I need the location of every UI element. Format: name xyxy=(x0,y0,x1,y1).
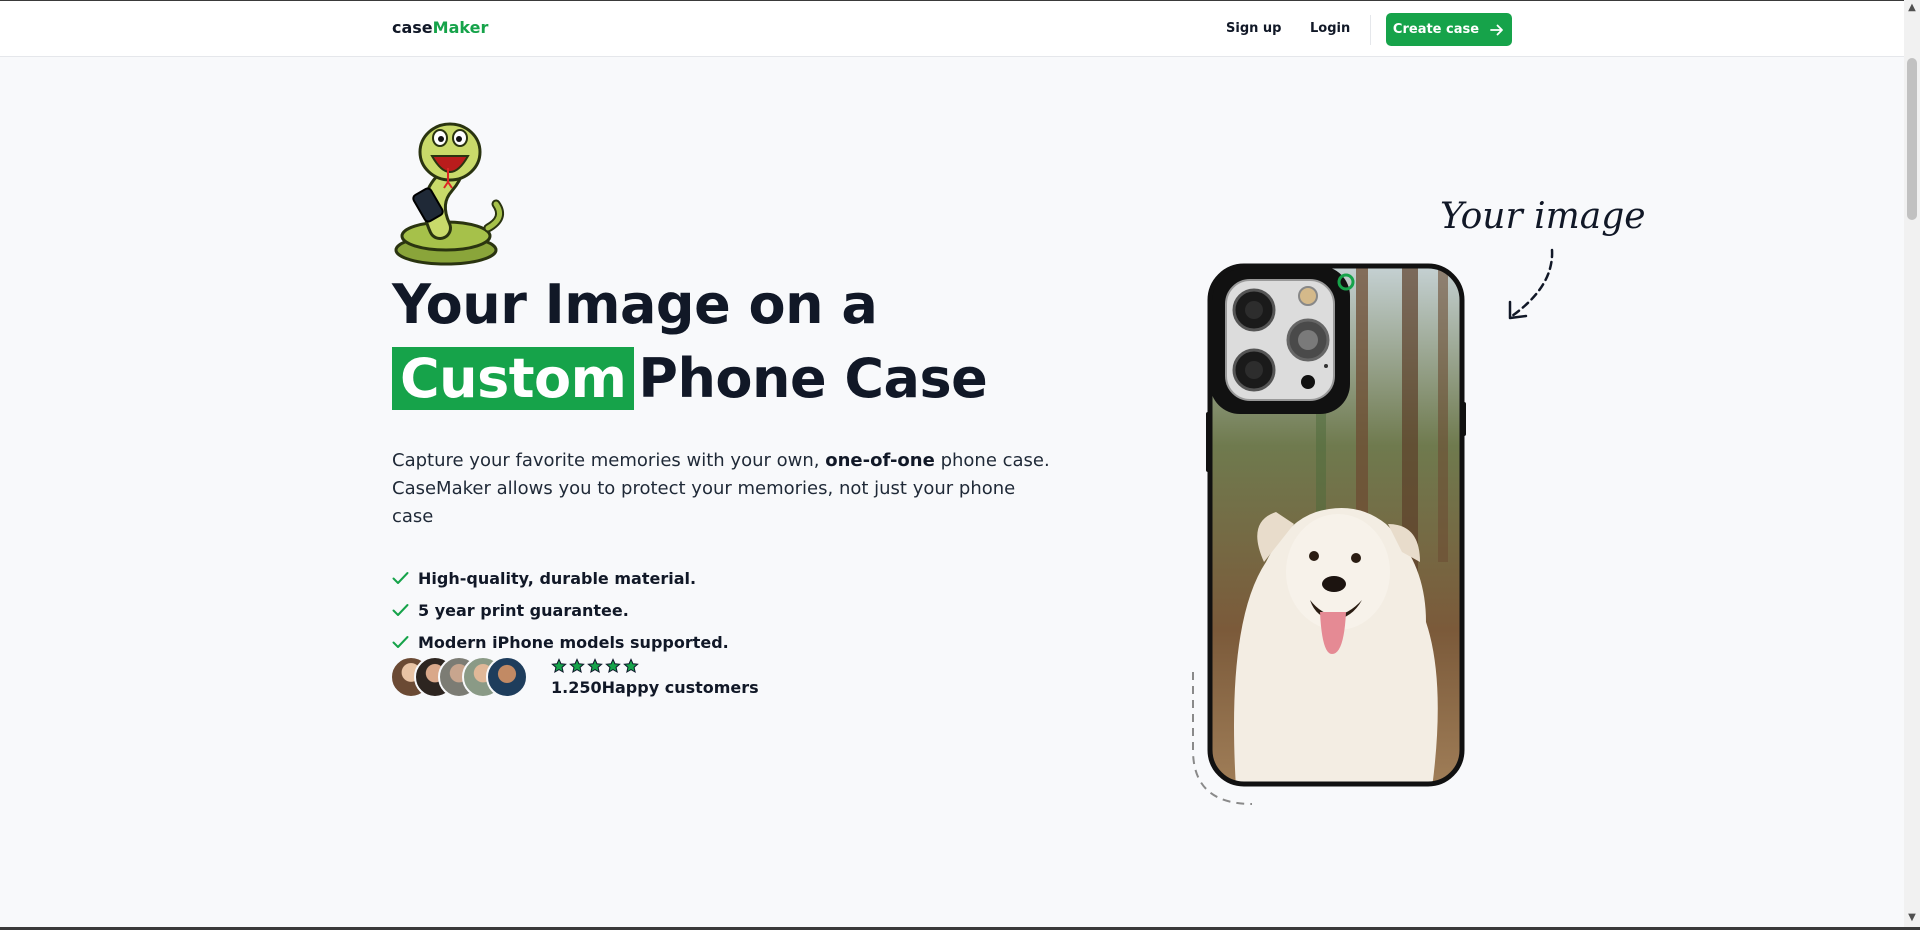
headline-line2: Custom Phone Case xyxy=(392,342,988,416)
vertical-scrollbar[interactable]: ▲ ▼ xyxy=(1904,0,1920,930)
logo-part-maker: Maker xyxy=(432,18,489,37)
headline-line1: Your Image on a xyxy=(392,273,878,336)
rating-count: 1.250 xyxy=(551,678,602,697)
headline-rest: Phone Case xyxy=(638,347,988,410)
logo[interactable]: caseMaker xyxy=(392,18,488,37)
check-icon xyxy=(392,572,409,584)
curved-arrow-icon xyxy=(1508,248,1554,320)
nav-divider xyxy=(1370,15,1371,45)
scrollbar-thumb[interactable] xyxy=(1907,58,1917,220)
check-icon xyxy=(392,604,409,616)
feature-item: Modern iPhone models supported. xyxy=(392,626,729,658)
star-icon xyxy=(605,658,621,674)
star-icon xyxy=(587,658,603,674)
login-link[interactable]: Login xyxy=(1310,21,1350,36)
feature-item: 5 year print guarantee. xyxy=(392,594,729,626)
check-icon xyxy=(392,636,409,648)
avatar xyxy=(486,656,528,698)
hero-headline: Your Image on a Custom Phone Case xyxy=(392,268,988,416)
create-case-button[interactable]: Create case xyxy=(1386,13,1512,46)
star-icon xyxy=(551,658,567,674)
feature-text: Modern iPhone models supported. xyxy=(418,632,729,652)
hero-description: Capture your favorite memories with your… xyxy=(392,447,1052,531)
feature-text: High-quality, durable material. xyxy=(418,568,697,588)
scroll-down-icon[interactable]: ▼ xyxy=(1907,912,1917,923)
mascot-snake xyxy=(394,122,505,266)
star-icon xyxy=(569,658,585,674)
lead-start: Capture your favorite memories with your… xyxy=(392,450,820,471)
feature-item: High-quality, durable material. xyxy=(392,562,729,594)
signup-link[interactable]: Sign up xyxy=(1226,21,1281,36)
create-case-label: Create case xyxy=(1392,22,1480,37)
feature-list: High-quality, durable material. 5 year p… xyxy=(392,562,729,658)
headline-highlight: Custom xyxy=(392,347,635,410)
customer-avatars xyxy=(390,656,540,700)
navbar: caseMaker Sign up Login Create case xyxy=(0,1,1904,57)
scroll-up-icon[interactable]: ▲ xyxy=(1907,2,1917,13)
lead-bold: one-of-one xyxy=(825,450,935,471)
logo-part-case: case xyxy=(392,18,433,37)
your-image-annotation: Your image xyxy=(1440,196,1646,237)
star-icon xyxy=(623,658,639,674)
rating-stars xyxy=(551,658,639,674)
rating-label: Happy customers xyxy=(601,678,759,697)
arrow-right-icon xyxy=(1490,24,1503,35)
feature-text: 5 year print guarantee. xyxy=(418,600,629,620)
rating-text: 1.250Happy customers xyxy=(551,678,759,697)
phone-case-preview xyxy=(1206,263,1466,787)
